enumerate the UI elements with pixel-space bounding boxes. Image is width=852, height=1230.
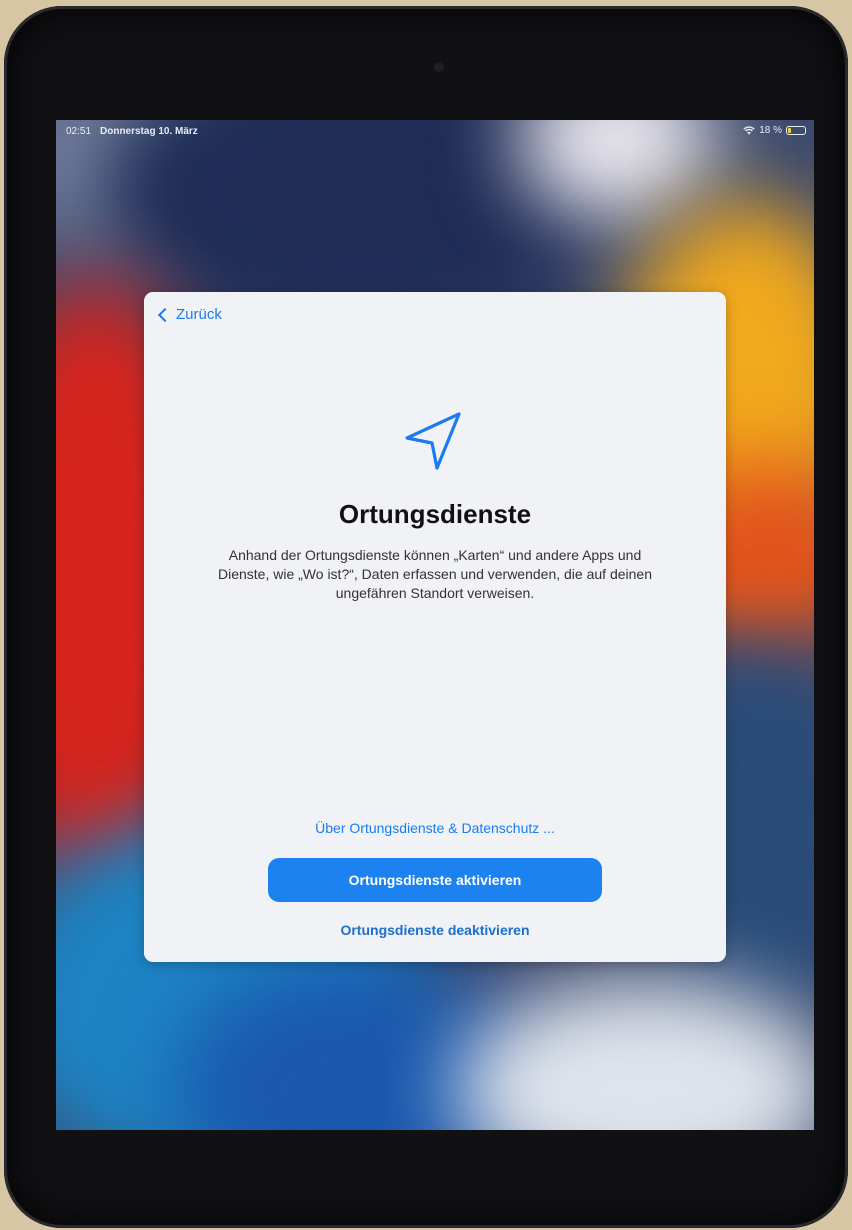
description-text: Anhand der Ortungsdienste können „Karten… [218, 547, 652, 601]
screen: 02:51 Donnerstag 10. März 18 % Zurück Or… [56, 120, 814, 1130]
back-button[interactable]: Zurück [156, 306, 222, 323]
privacy-link[interactable]: Über Ortungsdienste & Datenschutz ... [144, 820, 726, 836]
chevron-left-icon [157, 307, 173, 322]
front-camera [434, 62, 444, 72]
wifi-icon [743, 126, 755, 135]
status-time: 02:51 [66, 126, 92, 137]
battery-charging-icon [786, 126, 806, 135]
battery-percent: 18 % [759, 125, 782, 136]
ipad-device: 02:51 Donnerstag 10. März 18 % Zurück Or… [4, 6, 848, 1228]
location-services-dialog: Zurück Ortungsdienste Anhand der Ortungs… [144, 292, 726, 962]
location-arrow-icon [405, 412, 461, 470]
disable-location-button[interactable]: Ortungsdienste deaktivieren [144, 922, 726, 938]
status-bar: 02:51 Donnerstag 10. März 18 % [56, 120, 814, 142]
status-date: Donnerstag 10. März [100, 126, 198, 137]
enable-location-button[interactable]: Ortungsdienste aktivieren [268, 858, 602, 902]
back-label: Zurück [176, 306, 222, 323]
page-title: Ortungsdienste [338, 499, 532, 529]
battery-level [788, 128, 791, 133]
wallpaper-shape [456, 980, 814, 1130]
status-indicators: 18 % [743, 125, 806, 136]
